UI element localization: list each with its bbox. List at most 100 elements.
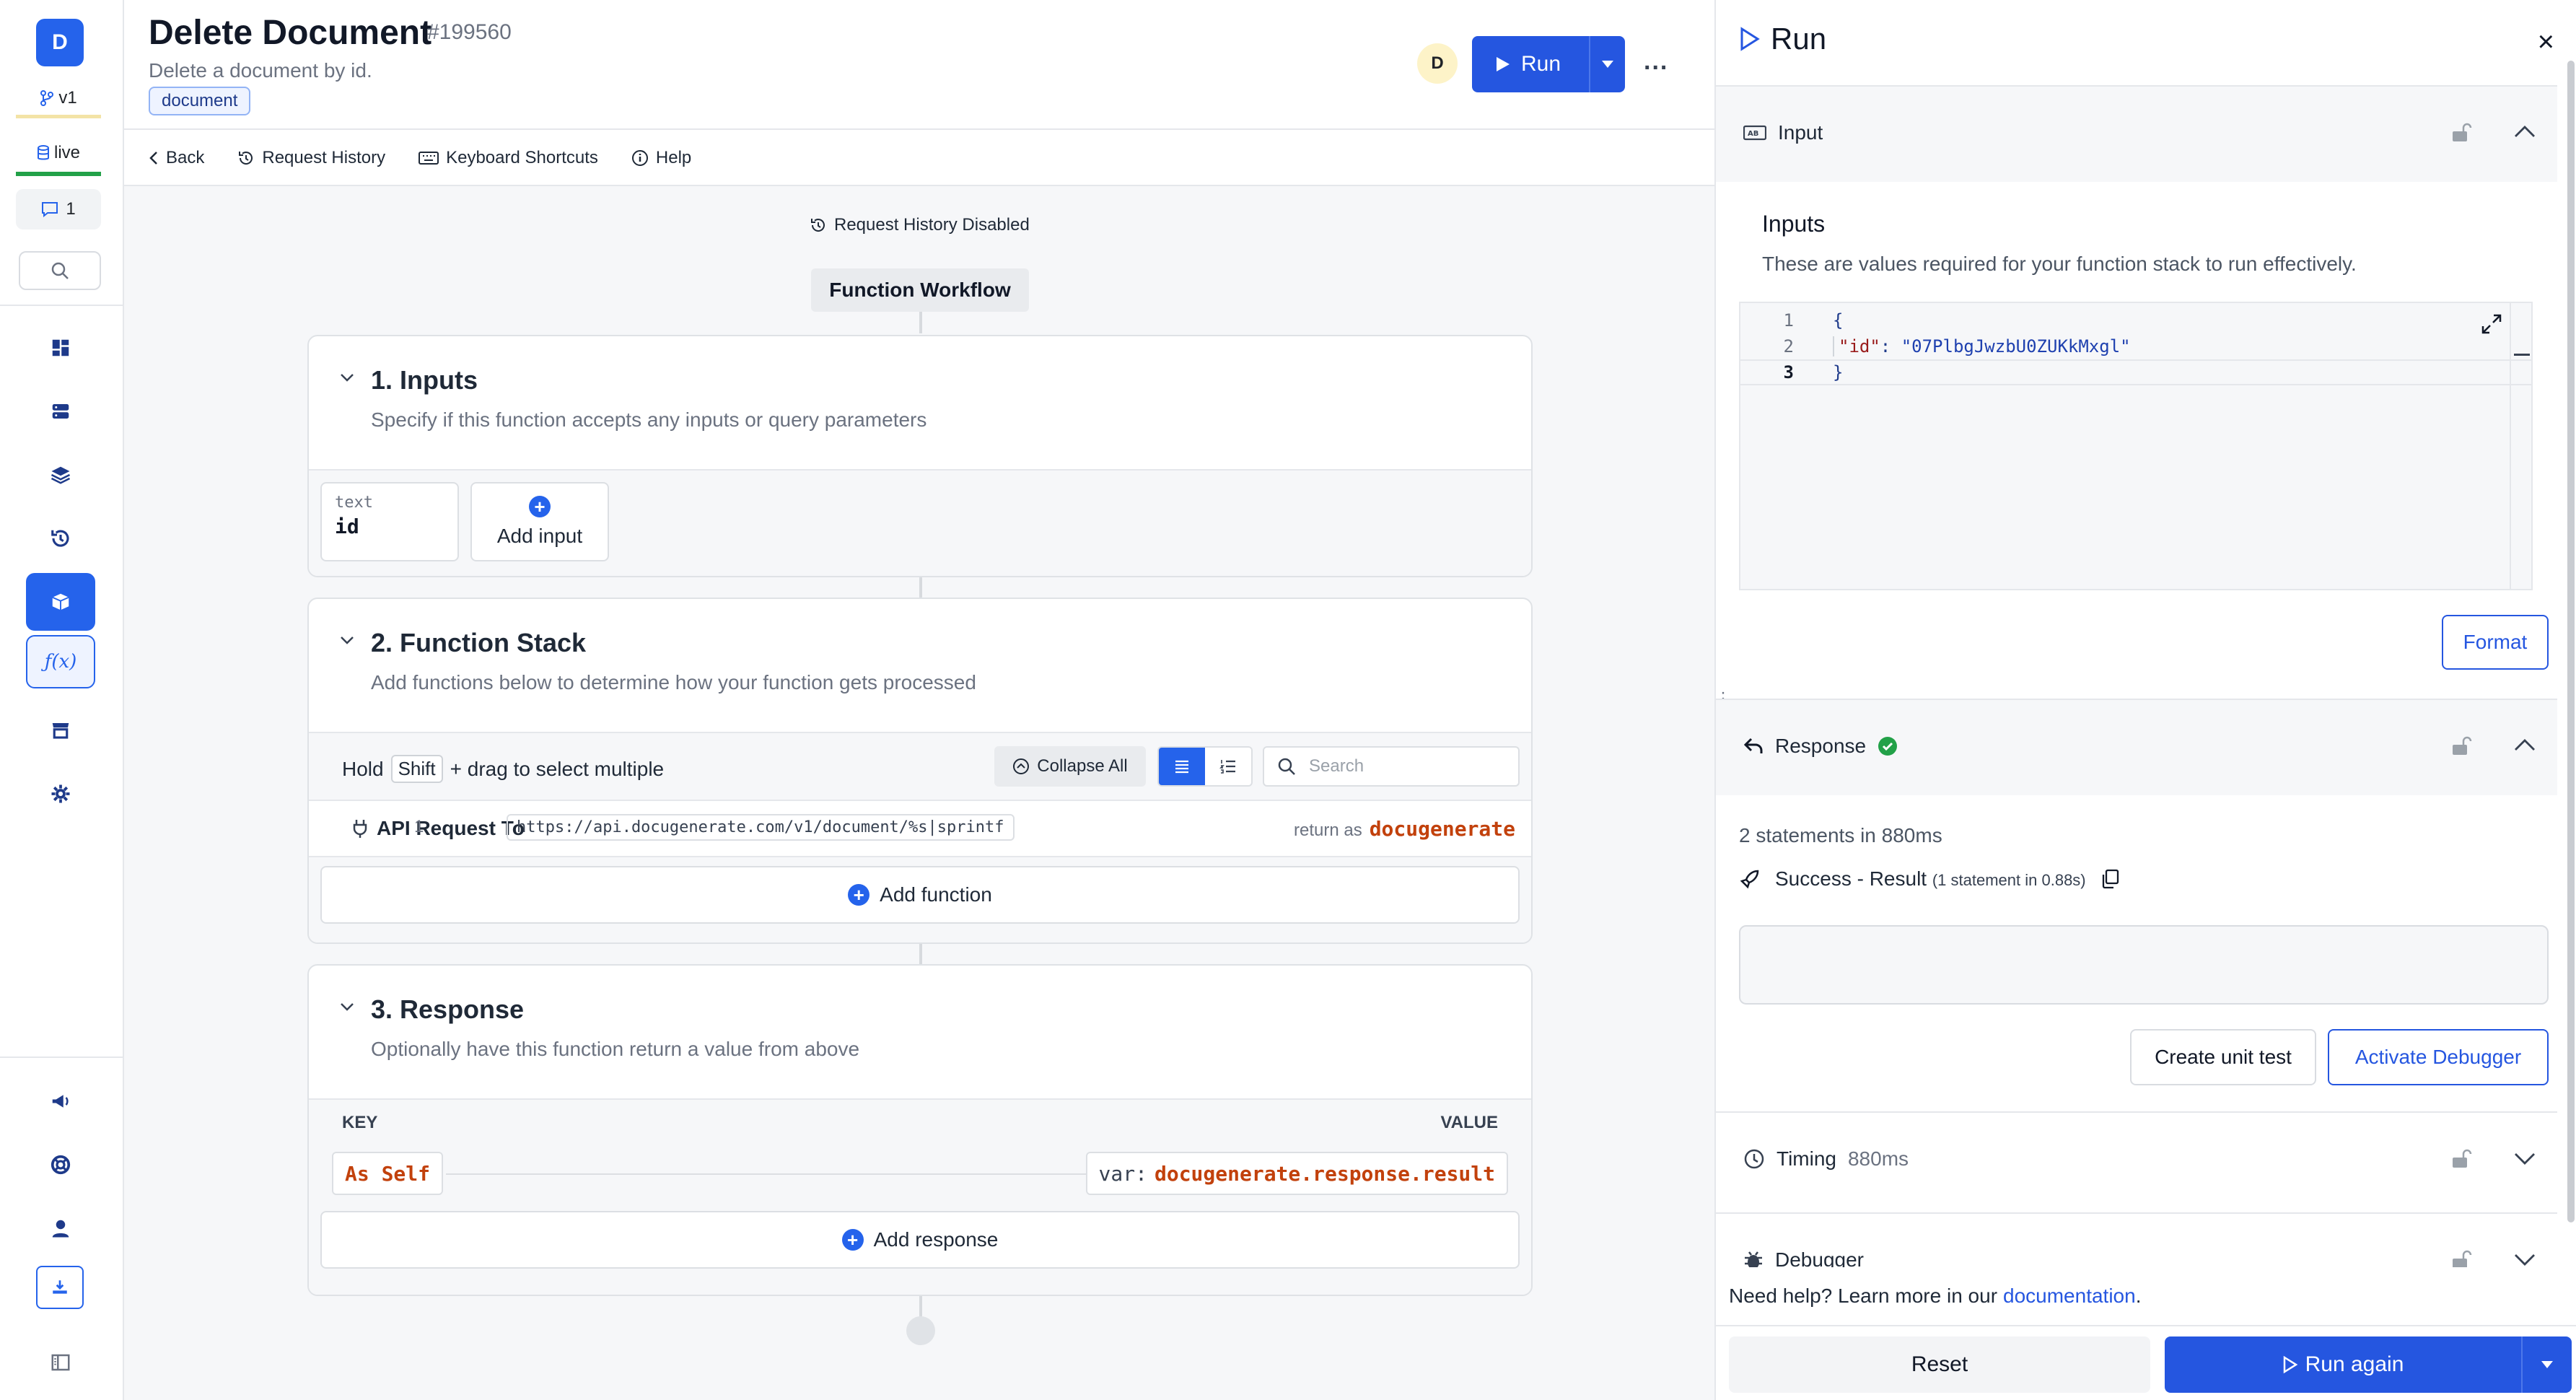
add-function-button[interactable]: + Add function: [320, 866, 1520, 924]
tag-badge[interactable]: document: [149, 87, 251, 115]
help-button[interactable]: Help: [631, 148, 691, 168]
help-end: .: [2135, 1285, 2142, 1307]
copy-icon[interactable]: [2100, 869, 2119, 889]
unlock-icon[interactable]: [2449, 1147, 2472, 1171]
announcements-icon[interactable]: [26, 1072, 95, 1130]
support-icon[interactable]: [26, 1136, 95, 1194]
inputs-list: text id + Add input: [309, 471, 1531, 576]
request-history-button[interactable]: Request History: [237, 148, 385, 168]
environment-selector[interactable]: live: [16, 134, 101, 176]
activate-debugger-button[interactable]: Activate Debugger: [2328, 1029, 2549, 1085]
function-stack-card: 2. Function Stack Add functions below to…: [307, 598, 1533, 944]
input-section-header[interactable]: AB Input: [1716, 85, 2557, 182]
more-options-button[interactable]: ...: [1644, 48, 1668, 76]
response-section-header[interactable]: Response: [1716, 699, 2557, 795]
editor-line: 2 "id": "07PlbgJwzbU0ZUKkMxgl": [1740, 333, 2531, 359]
response-title: 3. Response: [371, 994, 525, 1024]
database-nav-icon[interactable]: [26, 382, 95, 440]
chevron-up-icon[interactable]: [2513, 733, 2537, 758]
function-stack-body: Hold Shift + drag to select multiple Col…: [309, 733, 1531, 942]
api-library-icon[interactable]: [26, 573, 95, 631]
bug-icon: [1745, 1251, 1762, 1267]
close-icon[interactable]: ×: [2538, 26, 2554, 58]
chevron-down-icon[interactable]: [2513, 1146, 2537, 1171]
list-view-button[interactable]: [1159, 748, 1205, 785]
timing-section-header[interactable]: Timing 880ms: [1716, 1111, 2557, 1208]
check-circle-icon: [1878, 737, 1898, 756]
collapse-all-button[interactable]: Collapse All: [994, 746, 1146, 787]
panel-scrollbar[interactable]: [2567, 61, 2575, 1222]
user-avatar[interactable]: D: [1417, 43, 1458, 84]
workflow-end-dot: [906, 1316, 935, 1345]
comments-button[interactable]: 1: [16, 189, 101, 229]
run-again-dropdown-button[interactable]: [2523, 1360, 2572, 1369]
sidebar: D v1 live 1 ƒ(x): [0, 0, 124, 1400]
workflow-canvas: Request History Disabled Function Workfl…: [124, 186, 1714, 1400]
line-number: 1: [1783, 310, 1794, 331]
hold-suffix: + drag to select multiple: [450, 757, 665, 780]
chevron-down-icon[interactable]: [339, 369, 355, 385]
run-dropdown-button[interactable]: [1590, 60, 1625, 69]
input-item[interactable]: text id: [320, 482, 459, 561]
page-header: Delete Document #199560 Delete a documen…: [124, 0, 1714, 130]
add-function-label: Add function: [880, 883, 992, 906]
function-workflow-label: Function Workflow: [811, 268, 1029, 312]
run-button[interactable]: Run: [1472, 36, 1625, 92]
unlock-icon[interactable]: [2449, 1248, 2472, 1267]
value-variable: docugenerate.response.result: [1154, 1161, 1495, 1186]
add-input-button[interactable]: + Add input: [470, 482, 609, 561]
editor-minimap: [2510, 303, 2531, 589]
rocket-icon: [1740, 870, 1759, 889]
sidebar-divider: [0, 305, 124, 306]
unlock-icon[interactable]: [2449, 121, 2472, 144]
chevron-left-icon: [149, 152, 157, 165]
marketplace-icon[interactable]: [26, 701, 95, 759]
settings-icon[interactable]: [26, 765, 95, 823]
function-row[interactable]: API Request To https://api.docugenerate.…: [309, 801, 1531, 857]
response-card-header[interactable]: 3. Response Optionally have this functio…: [309, 966, 1531, 1100]
keyboard-shortcuts-label: Keyboard Shortcuts: [446, 148, 598, 167]
add-response-button[interactable]: + Add response: [320, 1211, 1520, 1269]
install-icon[interactable]: [36, 1266, 84, 1309]
layers-icon[interactable]: [26, 446, 95, 504]
line-code: "id": "07PlbgJwzbU0ZUKkMxgl": [1833, 336, 2131, 356]
history-icon[interactable]: [26, 509, 95, 567]
back-button[interactable]: Back: [149, 148, 204, 168]
chevron-down-icon[interactable]: [339, 632, 355, 648]
response-card: 3. Response Optionally have this functio…: [307, 964, 1533, 1296]
response-body: KEY VALUE As Self var: docugenerate.resp…: [309, 1100, 1531, 1295]
input-icon: AB: [1743, 125, 1766, 141]
sidebar-search-button[interactable]: [19, 251, 101, 290]
response-key[interactable]: As Self: [332, 1152, 444, 1195]
account-icon[interactable]: [26, 1199, 95, 1257]
response-value[interactable]: var: docugenerate.response.result: [1085, 1152, 1508, 1195]
function-stack-card-header[interactable]: 2. Function Stack Add functions below to…: [309, 599, 1531, 733]
workspace-avatar[interactable]: D: [36, 19, 84, 66]
keyboard-shortcuts-button[interactable]: Keyboard Shortcuts: [419, 148, 598, 168]
comments-count: 1: [66, 199, 76, 219]
history-icon: [811, 219, 825, 232]
branch-selector[interactable]: v1: [16, 81, 101, 118]
chevron-up-icon[interactable]: [2513, 120, 2537, 144]
inputs-card-header[interactable]: 1. Inputs Specify if this function accep…: [309, 336, 1531, 471]
function-search[interactable]: Search: [1263, 746, 1520, 787]
input-json-editor[interactable]: 1 { 2 "id": "07PlbgJwzbU0ZUKkMxgl" 3 }: [1739, 302, 2533, 590]
add-input-label: Add input: [496, 525, 583, 547]
result-output[interactable]: [1739, 925, 2549, 1005]
documentation-link[interactable]: documentation: [2003, 1285, 2136, 1308]
create-unit-test-button[interactable]: Create unit test: [2130, 1029, 2316, 1085]
chevron-down-icon[interactable]: [339, 999, 355, 1015]
function-icon[interactable]: ƒ(x): [26, 635, 95, 688]
unlock-icon[interactable]: [2449, 735, 2472, 758]
chevron-down-icon[interactable]: [2513, 1247, 2537, 1267]
reset-button[interactable]: Reset: [1729, 1336, 2150, 1393]
expand-icon[interactable]: [2481, 313, 2502, 335]
dashboard-icon[interactable]: [26, 319, 95, 377]
format-button[interactable]: Format: [2442, 615, 2549, 670]
numbered-view-button[interactable]: [1205, 748, 1251, 785]
collapse-sidebar-icon[interactable]: [26, 1334, 95, 1391]
inputs-card: 1. Inputs Specify if this function accep…: [307, 335, 1533, 577]
run-again-button[interactable]: Run again: [2165, 1336, 2572, 1393]
debugger-section-header[interactable]: Debugger: [1716, 1212, 2557, 1267]
branch-icon: [40, 89, 54, 106]
